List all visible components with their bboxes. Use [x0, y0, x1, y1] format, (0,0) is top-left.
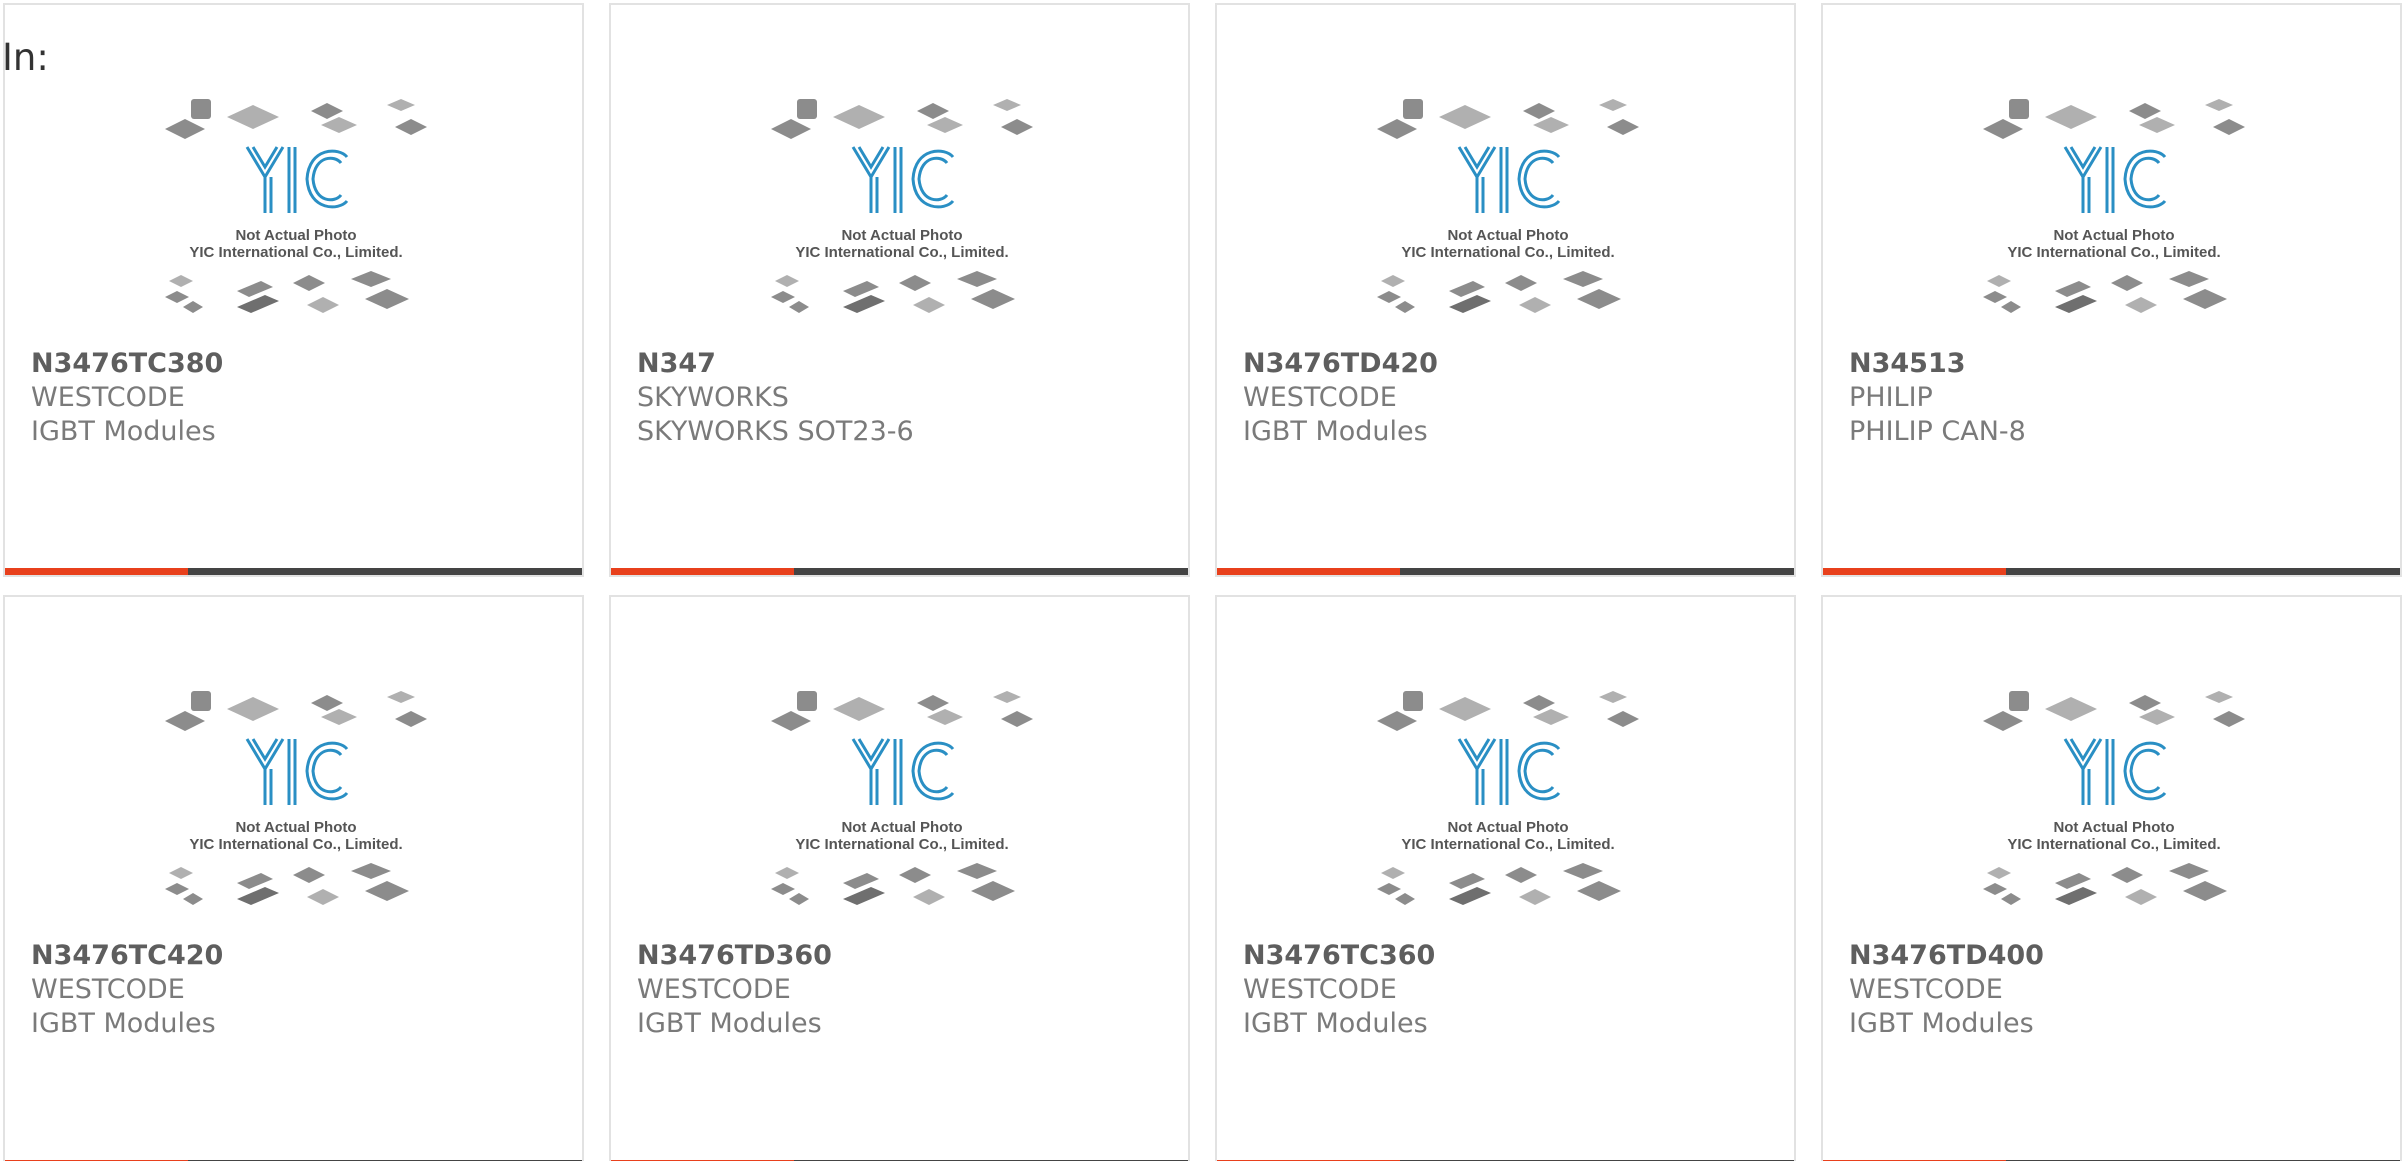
product-placeholder-image: Not Actual Photo YIC International Co., … — [767, 95, 1037, 335]
product-part-number[interactable]: N347 — [637, 347, 1178, 381]
not-actual-photo-caption: Not Actual Photo — [841, 819, 962, 836]
product-category: IGBT Modules — [31, 416, 216, 447]
company-caption: YIC International Co., Limited. — [189, 244, 402, 261]
product-category: SKYWORKS SOT23-6 — [637, 416, 914, 447]
product-placeholder-image: Not Actual Photo YIC International Co., … — [1979, 95, 2249, 335]
not-actual-photo-caption: Not Actual Photo — [1447, 227, 1568, 244]
product-details: N3476TC420 WESTCODE IGBT Modules — [31, 939, 572, 1041]
product-placeholder-image: Not Actual Photo YIC International Co., … — [1373, 95, 1643, 335]
card-bottom-bar-accent — [611, 568, 794, 575]
not-actual-photo-caption: Not Actual Photo — [2053, 227, 2174, 244]
chip-cluster-top-icon — [771, 691, 1033, 731]
chip-cluster-bottom-icon — [771, 863, 1015, 905]
product-details: N34513 PHILIP PHILIP CAN-8 — [1849, 347, 2390, 449]
product-placeholder-image: Not Actual Photo YIC International Co., … — [767, 687, 1037, 927]
product-category: IGBT Modules — [31, 1008, 216, 1039]
product-part-number[interactable]: N3476TD420 — [1243, 347, 1784, 381]
product-card[interactable]: Not Actual Photo YIC International Co., … — [3, 595, 584, 1161]
product-details: N3476TC360 WESTCODE IGBT Modules — [1243, 939, 1784, 1041]
product-part-number[interactable]: N34513 — [1849, 347, 2390, 381]
not-actual-photo-caption: Not Actual Photo — [1447, 819, 1568, 836]
not-actual-photo-caption: Not Actual Photo — [235, 227, 356, 244]
not-actual-photo-caption: Not Actual Photo — [2053, 819, 2174, 836]
card-bottom-bar-accent — [5, 568, 188, 575]
yic-logo-icon — [1457, 738, 1561, 805]
product-manufacturer: WESTCODE — [1243, 382, 1397, 413]
card-bottom-bar-accent — [1217, 568, 1400, 575]
product-card[interactable]: Not Actual Photo YIC International Co., … — [3, 3, 584, 577]
chip-cluster-top-icon — [165, 691, 427, 731]
in-label: In: — [2, 36, 49, 79]
product-manufacturer: WESTCODE — [1849, 974, 2003, 1005]
company-caption: YIC International Co., Limited. — [2007, 244, 2220, 261]
product-placeholder-image: Not Actual Photo YIC International Co., … — [1373, 687, 1643, 927]
chip-cluster-bottom-icon — [1983, 863, 2227, 905]
company-caption: YIC International Co., Limited. — [2007, 836, 2220, 853]
company-caption: YIC International Co., Limited. — [795, 244, 1008, 261]
chip-cluster-top-icon — [1983, 99, 2245, 139]
product-manufacturer: WESTCODE — [31, 974, 185, 1005]
product-details: N3476TC380 WESTCODE IGBT Modules — [31, 347, 572, 449]
yic-logo-icon — [851, 738, 955, 805]
product-placeholder-image: Not Actual Photo YIC International Co., … — [161, 687, 431, 927]
product-part-number[interactable]: N3476TC420 — [31, 939, 572, 973]
product-part-number[interactable]: N3476TC380 — [31, 347, 572, 381]
product-placeholder-image: Not Actual Photo YIC International Co., … — [1979, 687, 2249, 927]
product-part-number[interactable]: N3476TC360 — [1243, 939, 1784, 973]
company-caption: YIC International Co., Limited. — [189, 836, 402, 853]
product-listing-page: In: Not Actual Photo YIC International C… — [0, 0, 2406, 1161]
chip-cluster-bottom-icon — [165, 863, 409, 905]
product-card[interactable]: Not Actual Photo YIC International Co., … — [609, 595, 1190, 1161]
chip-cluster-top-icon — [1377, 691, 1639, 731]
yic-logo-icon — [245, 146, 349, 213]
chip-cluster-top-icon — [1983, 691, 2245, 731]
chip-cluster-bottom-icon — [771, 271, 1015, 313]
product-card[interactable]: Not Actual Photo YIC International Co., … — [1821, 3, 2402, 577]
yic-logo-icon — [1457, 146, 1561, 213]
chip-cluster-top-icon — [771, 99, 1033, 139]
card-bottom-bar — [1217, 568, 1794, 575]
product-details: N3476TD360 WESTCODE IGBT Modules — [637, 939, 1178, 1041]
product-details: N3476TD400 WESTCODE IGBT Modules — [1849, 939, 2390, 1041]
product-card[interactable]: Not Actual Photo YIC International Co., … — [1821, 595, 2402, 1161]
product-category: IGBT Modules — [1243, 416, 1428, 447]
product-category: IGBT Modules — [1243, 1008, 1428, 1039]
product-manufacturer: PHILIP — [1849, 382, 1933, 413]
not-actual-photo-caption: Not Actual Photo — [235, 819, 356, 836]
product-manufacturer: WESTCODE — [1243, 974, 1397, 1005]
chip-cluster-bottom-icon — [1983, 271, 2227, 313]
product-details: N3476TD420 WESTCODE IGBT Modules — [1243, 347, 1784, 449]
product-part-number[interactable]: N3476TD400 — [1849, 939, 2390, 973]
product-manufacturer: SKYWORKS — [637, 382, 789, 413]
product-category: IGBT Modules — [1849, 1008, 2034, 1039]
product-grid: Not Actual Photo YIC International Co., … — [3, 3, 2402, 1161]
yic-logo-icon — [245, 738, 349, 805]
product-category: IGBT Modules — [637, 1008, 822, 1039]
chip-cluster-bottom-icon — [165, 271, 409, 313]
yic-logo-icon — [2063, 738, 2167, 805]
company-caption: YIC International Co., Limited. — [795, 836, 1008, 853]
card-bottom-bar — [5, 568, 582, 575]
product-manufacturer: WESTCODE — [637, 974, 791, 1005]
company-caption: YIC International Co., Limited. — [1401, 836, 1614, 853]
card-bottom-bar — [1823, 568, 2400, 575]
chip-cluster-bottom-icon — [1377, 271, 1621, 313]
product-details: N347 SKYWORKS SKYWORKS SOT23-6 — [637, 347, 1178, 449]
chip-cluster-top-icon — [165, 99, 427, 139]
yic-logo-icon — [2063, 146, 2167, 213]
card-bottom-bar-accent — [1823, 568, 2006, 575]
not-actual-photo-caption: Not Actual Photo — [841, 227, 962, 244]
company-caption: YIC International Co., Limited. — [1401, 244, 1614, 261]
card-bottom-bar — [611, 568, 1188, 575]
chip-cluster-top-icon — [1377, 99, 1639, 139]
product-card[interactable]: Not Actual Photo YIC International Co., … — [609, 3, 1190, 577]
product-part-number[interactable]: N3476TD360 — [637, 939, 1178, 973]
product-placeholder-image: Not Actual Photo YIC International Co., … — [161, 95, 431, 335]
product-card[interactable]: Not Actual Photo YIC International Co., … — [1215, 3, 1796, 577]
chip-cluster-bottom-icon — [1377, 863, 1621, 905]
product-card[interactable]: Not Actual Photo YIC International Co., … — [1215, 595, 1796, 1161]
product-category: PHILIP CAN-8 — [1849, 416, 2026, 447]
yic-logo-icon — [851, 146, 955, 213]
product-manufacturer: WESTCODE — [31, 382, 185, 413]
